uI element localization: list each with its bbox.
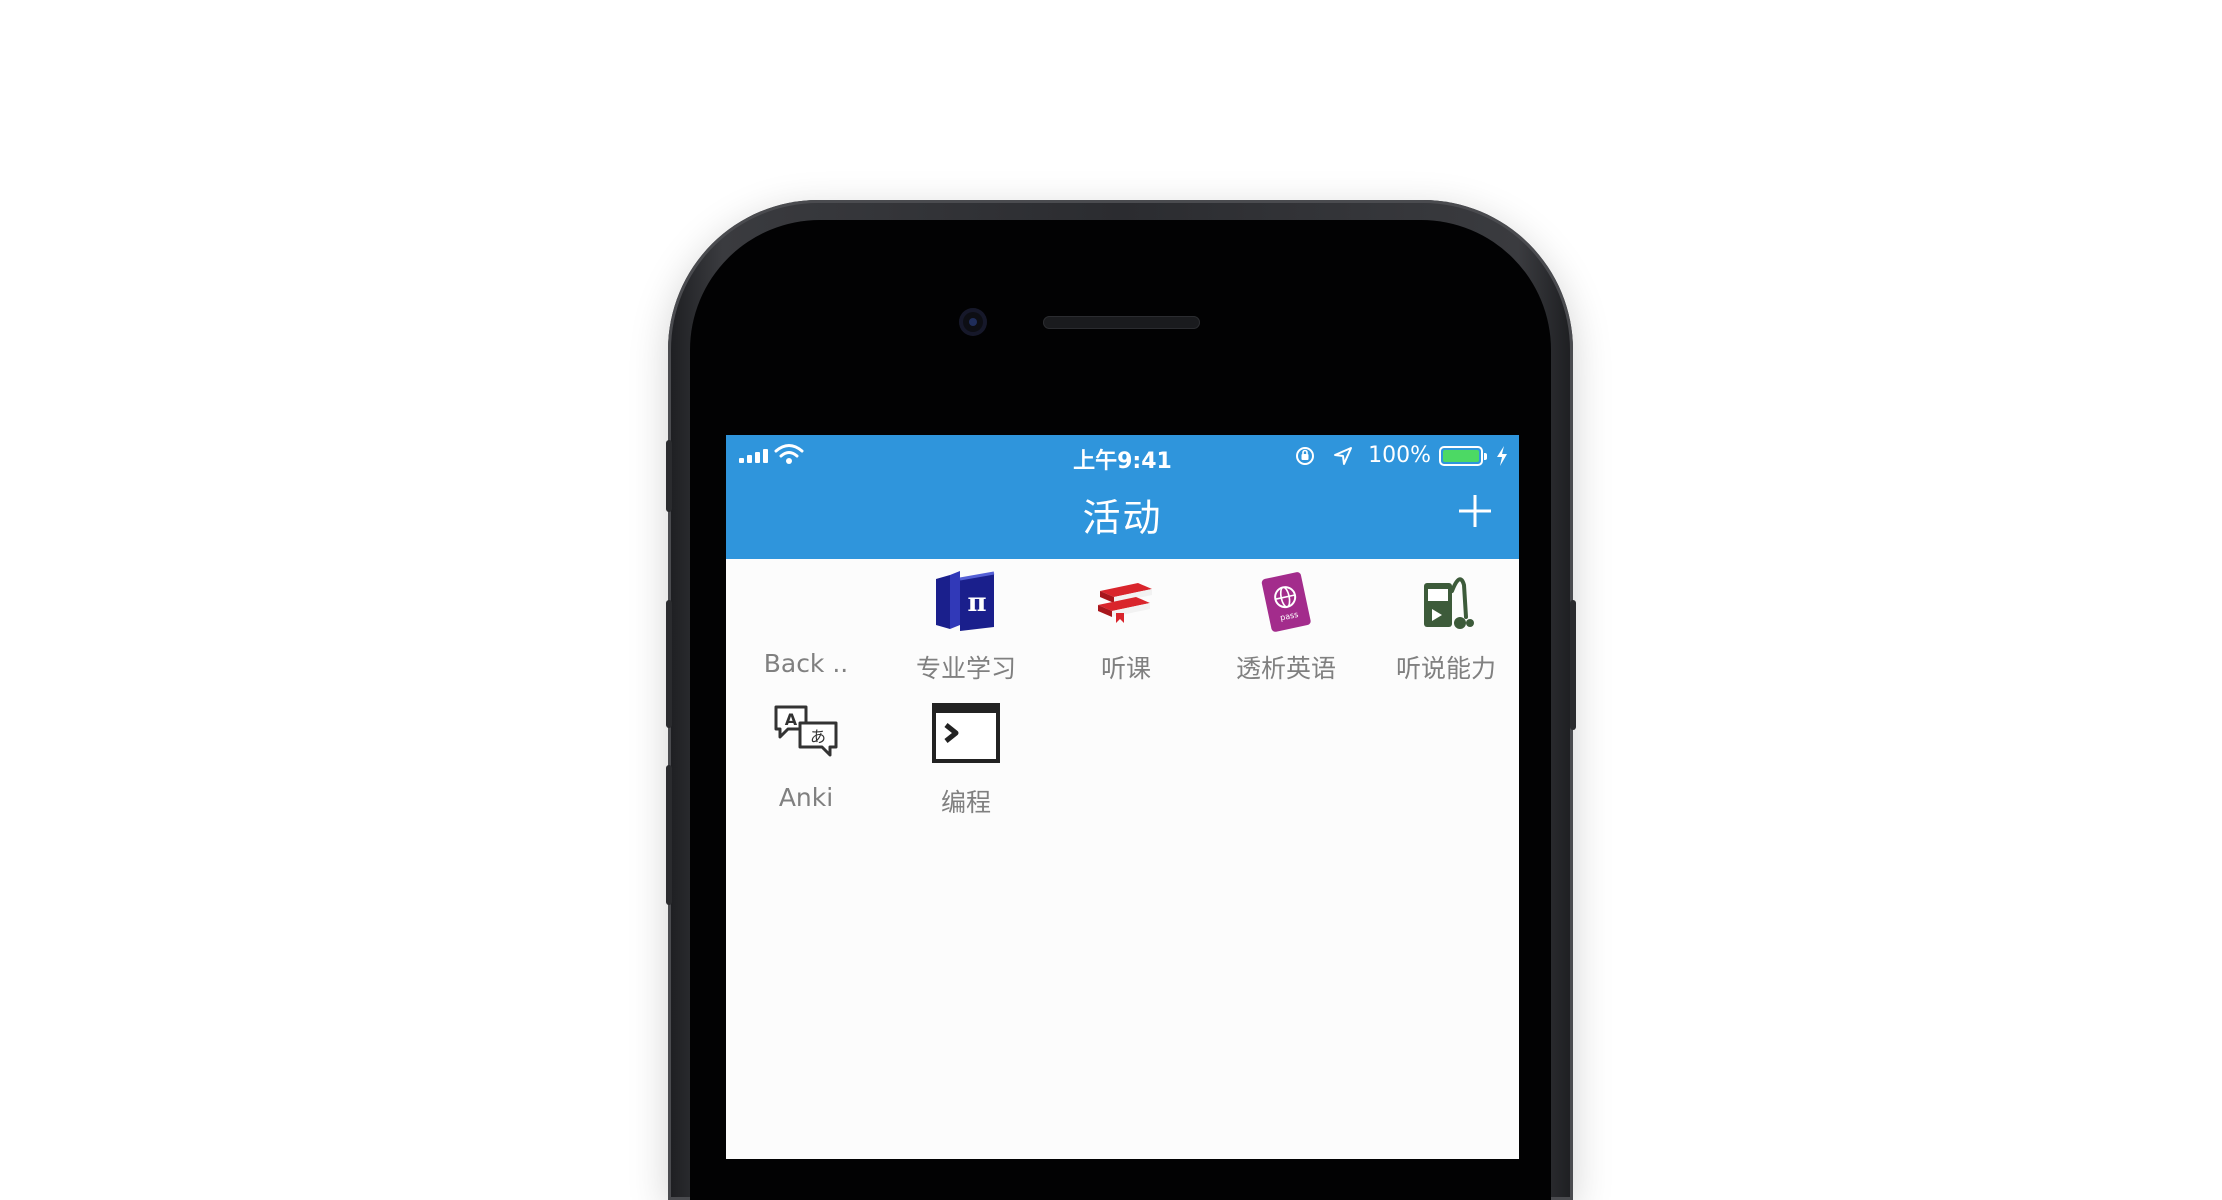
activity-tile-anki[interactable]: A あ Anki bbox=[726, 693, 886, 823]
activity-label: 透析英语 bbox=[1235, 654, 1336, 683]
volume-down-button bbox=[666, 765, 672, 905]
activity-label: Back .. bbox=[763, 649, 849, 678]
status-right-group: 100% bbox=[1294, 443, 1509, 468]
app-screen: 上午9:41 100% 活动 Back .. π 专业学习 听课 pass 透析… bbox=[726, 435, 1519, 1159]
activity-label: 专业学习 bbox=[915, 654, 1016, 683]
svg-text:あ: あ bbox=[810, 727, 826, 746]
blank-icon bbox=[770, 565, 842, 637]
power-button bbox=[1570, 600, 1576, 730]
activity-tile-lectures[interactable]: 听课 bbox=[1046, 559, 1206, 689]
activity-tile-back[interactable]: Back .. bbox=[726, 559, 886, 689]
svg-text:π: π bbox=[967, 588, 986, 618]
add-icon[interactable] bbox=[1455, 491, 1495, 531]
rotation-lock-icon bbox=[1296, 446, 1315, 465]
audio-player-icon bbox=[1424, 577, 1474, 629]
front-camera bbox=[959, 308, 987, 336]
passport-icon: pass bbox=[1261, 572, 1311, 632]
battery-fill bbox=[1443, 449, 1479, 462]
svg-text:A: A bbox=[785, 710, 798, 729]
translate-bubbles-icon: A あ bbox=[774, 705, 838, 757]
volume-up-button bbox=[666, 600, 672, 728]
activity-tile-listening-speaking[interactable]: 听说能力 bbox=[1366, 559, 1519, 689]
nav-header: 上午9:41 100% 活动 bbox=[726, 435, 1519, 559]
red-books-icon bbox=[1098, 583, 1152, 623]
activity-label: Anki bbox=[778, 783, 834, 812]
pi-books-icon: π bbox=[936, 571, 995, 631]
earpiece-speaker bbox=[1043, 316, 1200, 329]
activity-tile-programming[interactable]: 编程 bbox=[886, 693, 1046, 823]
mute-switch bbox=[666, 440, 672, 512]
activity-label: 听说能力 bbox=[1395, 654, 1496, 683]
activity-label: 听课 bbox=[1100, 654, 1151, 683]
battery-percent: 100% bbox=[1368, 443, 1431, 468]
charging-bolt-icon bbox=[1497, 445, 1507, 466]
activity-label: 编程 bbox=[940, 788, 991, 817]
status-bar: 上午9:41 100% bbox=[726, 435, 1519, 475]
location-arrow-icon bbox=[1334, 446, 1353, 465]
activity-tile-english[interactable]: pass 透析英语 bbox=[1206, 559, 1366, 689]
battery-icon bbox=[1439, 445, 1487, 466]
terminal-icon bbox=[932, 703, 1000, 763]
page-title: 活动 bbox=[1082, 496, 1163, 540]
activity-tile-professional-study[interactable]: π 专业学习 bbox=[886, 559, 1046, 689]
